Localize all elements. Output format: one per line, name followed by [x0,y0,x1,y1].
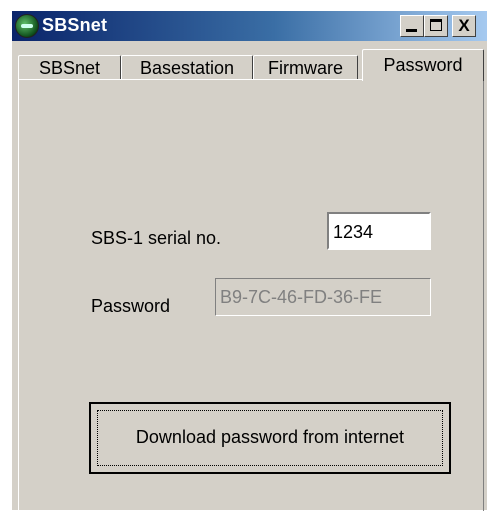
tab-password[interactable]: Password [362,49,484,81]
password-field: B9-7C-46-FD-36-FE [215,278,431,316]
close-icon: X [458,16,470,35]
password-label: Password [91,296,171,316]
serial-number-label: SBS-1 serial no. [91,228,222,248]
tab-firmware[interactable]: Firmware [253,55,358,80]
close-button[interactable]: X [452,15,476,37]
download-password-button[interactable]: Download password from internet [89,402,451,474]
maximize-icon [430,19,442,31]
download-password-label: Download password from internet [97,410,443,466]
tab-sbsnet[interactable]: SBSnet [18,55,121,80]
minimize-button[interactable] [400,15,424,37]
title-bar[interactable]: SBSnet X [12,11,487,41]
password-tab-panel: SBS-1 serial no. 1234 Password B9-7C-46-… [18,79,484,511]
radar-icon[interactable] [15,14,39,38]
tab-strip: SBSnet Basestation Firmware Password [12,45,487,81]
serial-number-input[interactable]: 1234 [327,212,431,250]
tab-basestation[interactable]: Basestation [121,55,253,80]
maximize-button[interactable] [424,15,448,37]
minimize-icon [406,29,417,32]
window-title: SBSnet [42,15,108,35]
app-window: SBSnet X SBSnet Basestation Firmware Pas… [11,10,487,511]
